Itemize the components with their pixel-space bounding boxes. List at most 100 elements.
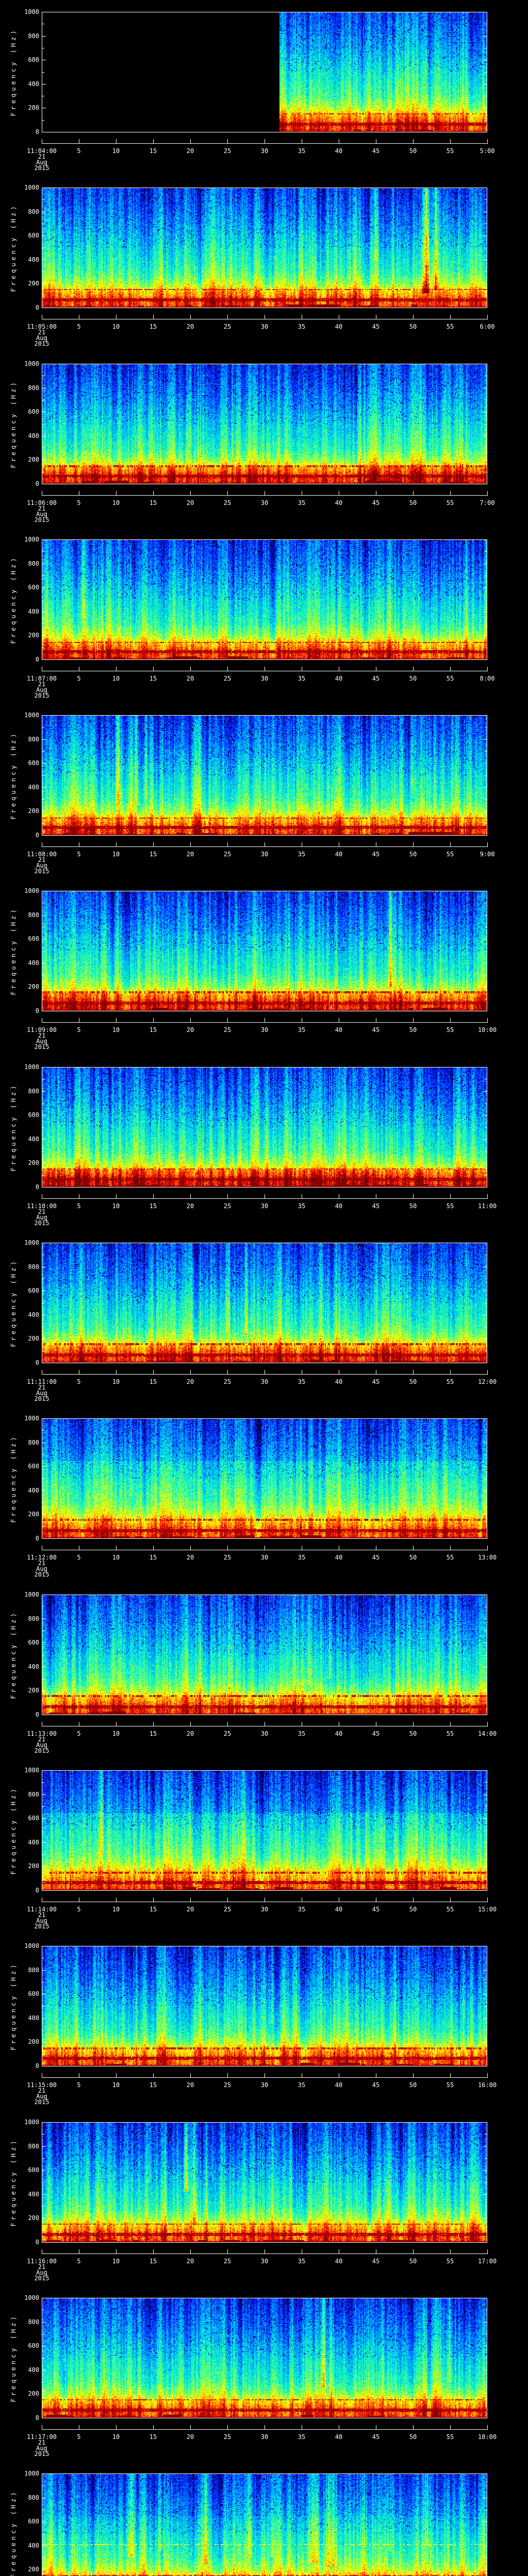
y-axis-tick: [483, 763, 487, 764]
spectrogram-panel-11-14-00: Frequency (Hz) 11:14:00 15:00 21 Aug 201…: [0, 1758, 528, 1934]
panel-end-time-label: 7:00: [480, 499, 495, 506]
y-axis-tick-label: 600: [28, 2342, 39, 2349]
x-axis-tick-label: 5: [77, 1026, 81, 1033]
x-axis-tick: [190, 1194, 191, 1199]
x-axis-tick: [413, 2425, 414, 2430]
x-axis-tick-label: 5: [77, 2081, 81, 2089]
y-axis-tick-label: 400: [28, 1487, 39, 1494]
x-axis-tick-label: 30: [260, 1554, 269, 1561]
x-axis-tick-label: 50: [409, 675, 417, 682]
x-axis-tick-label: 25: [223, 147, 232, 155]
x-axis-tick: [413, 1370, 414, 1375]
y-axis-minor-tick: [42, 1175, 44, 1176]
panel-end-time-label: 11:00: [477, 1202, 497, 1210]
frequency-axis-title: Frequency (Hz): [10, 380, 17, 468]
panel-end-time-label: 18:00: [477, 2433, 497, 2441]
y-axis-tick-label: 0: [35, 1887, 39, 1894]
x-axis-tick-label: 30: [260, 2433, 269, 2441]
y-axis-tick: [483, 1490, 487, 1491]
y-axis-tick: [483, 1642, 487, 1643]
y-axis-tick: [42, 2170, 46, 2171]
x-axis-tick: [450, 1194, 451, 1199]
y-axis-tick-label: 800: [28, 736, 39, 743]
y-axis-tick-label: 600: [28, 56, 39, 63]
x-axis-tick-label: 15: [149, 1554, 157, 1561]
y-axis-tick-label: 1000: [24, 8, 39, 15]
y-axis-tick-label: 200: [28, 1862, 39, 1870]
x-axis-tick-label: 15: [149, 1026, 157, 1033]
spectrogram-plot: [42, 1067, 487, 1188]
y-axis-minor-tick: [485, 199, 487, 200]
spectrogram-panel-11-09-00: Frequency (Hz) 11:09:00 10:00 21 Aug 201…: [0, 879, 528, 1055]
x-axis-tick: [190, 1546, 191, 1550]
y-axis-tick-label: 600: [28, 1990, 39, 1997]
x-axis-tick-label: 25: [223, 1906, 232, 1913]
spectrogram-plot: [42, 1946, 487, 2066]
date-year-label: 2015: [34, 1923, 50, 1930]
frequency-axis-title: Frequency (Hz): [10, 1786, 17, 1875]
y-axis-tick: [42, 1770, 46, 1771]
x-axis-tick: [450, 315, 451, 319]
y-axis-tick-label: 400: [28, 2366, 39, 2374]
y-axis-tick-label: 0: [35, 480, 39, 487]
x-axis-tick: [227, 1018, 228, 1023]
spectrogram-plot: [42, 715, 487, 836]
y-axis-minor-tick: [485, 2358, 487, 2359]
y-axis-tick: [42, 283, 46, 284]
x-axis-tick: [227, 1194, 228, 1199]
y-axis-minor-tick: [42, 623, 44, 624]
date-year-label: 2015: [34, 1043, 50, 1050]
y-axis-tick: [42, 235, 46, 236]
y-axis-tick-label: 0: [35, 1711, 39, 1718]
x-axis-tick: [227, 1897, 228, 1902]
x-axis-tick-label: 50: [409, 499, 417, 506]
y-axis-tick-label: 200: [28, 1335, 39, 1342]
x-axis-tick-label: 25: [223, 1026, 232, 1033]
spectrogram-canvas: [42, 364, 487, 484]
spectrogram-stack: Frequency (Hz) 11:04:00 5:00 21 Aug 2015…: [0, 0, 528, 2576]
x-axis-tick-label: 20: [186, 2433, 194, 2441]
x-axis-tick: [413, 1722, 414, 1726]
frequency-axis-title: Frequency (Hz): [10, 204, 17, 292]
x-axis-tick-label: 25: [223, 1378, 232, 1385]
panel-end-time-label: 13:00: [477, 1554, 497, 1561]
y-axis-tick-label: 1000: [24, 711, 39, 719]
x-axis-tick-label: 25: [223, 1554, 232, 1561]
y-axis-tick-label: 1000: [24, 2119, 39, 2126]
x-axis-tick-label: 50: [409, 1378, 417, 1385]
x-axis-tick: [153, 667, 154, 671]
x-axis-tick-label: 50: [409, 2258, 417, 2265]
x-axis-tick-label: 35: [298, 499, 306, 506]
x-axis-tick-label: 55: [446, 147, 454, 155]
y-axis-minor-tick: [485, 1430, 487, 1431]
y-axis-tick-label: 800: [28, 1439, 39, 1446]
spectrogram-panel-11-17-00: Frequency (Hz) 11:17:00 18:00 21 Aug 201…: [0, 2286, 528, 2462]
y-axis-minor-tick: [42, 1430, 44, 1431]
x-axis-tick-label: 35: [298, 675, 306, 682]
y-axis-tick: [483, 2146, 487, 2147]
y-axis-minor-tick: [42, 199, 44, 200]
x-axis-tick-label: 15: [149, 499, 157, 506]
spectrogram-canvas: [42, 716, 487, 835]
x-axis-tick-label: 35: [298, 2081, 306, 2089]
x-axis-tick-label: 30: [260, 1026, 269, 1033]
y-axis-tick-label: 0: [35, 1183, 39, 1191]
x-axis-tick: [153, 315, 154, 319]
y-axis-minor-tick: [485, 2206, 487, 2207]
y-axis-minor-tick: [42, 1103, 44, 1104]
y-axis-tick-label: 1000: [24, 2470, 39, 2477]
spectrogram-canvas: [42, 188, 487, 308]
x-axis-tick: [116, 315, 117, 319]
x-axis-tick: [450, 1370, 451, 1375]
x-axis-tick: [227, 2073, 228, 2078]
y-axis-minor-tick: [485, 2230, 487, 2231]
y-axis-minor-tick: [485, 424, 487, 425]
x-axis-tick-label: 55: [446, 1906, 454, 1913]
y-axis-minor-tick: [42, 1806, 44, 1807]
y-axis-tick: [483, 2170, 487, 2171]
x-axis-tick: [487, 491, 488, 496]
x-axis-tick-label: 55: [446, 1730, 454, 1737]
x-axis-tick: [116, 1194, 117, 1199]
x-axis-tick: [153, 1194, 154, 1199]
y-axis-tick-label: 600: [28, 1463, 39, 1470]
